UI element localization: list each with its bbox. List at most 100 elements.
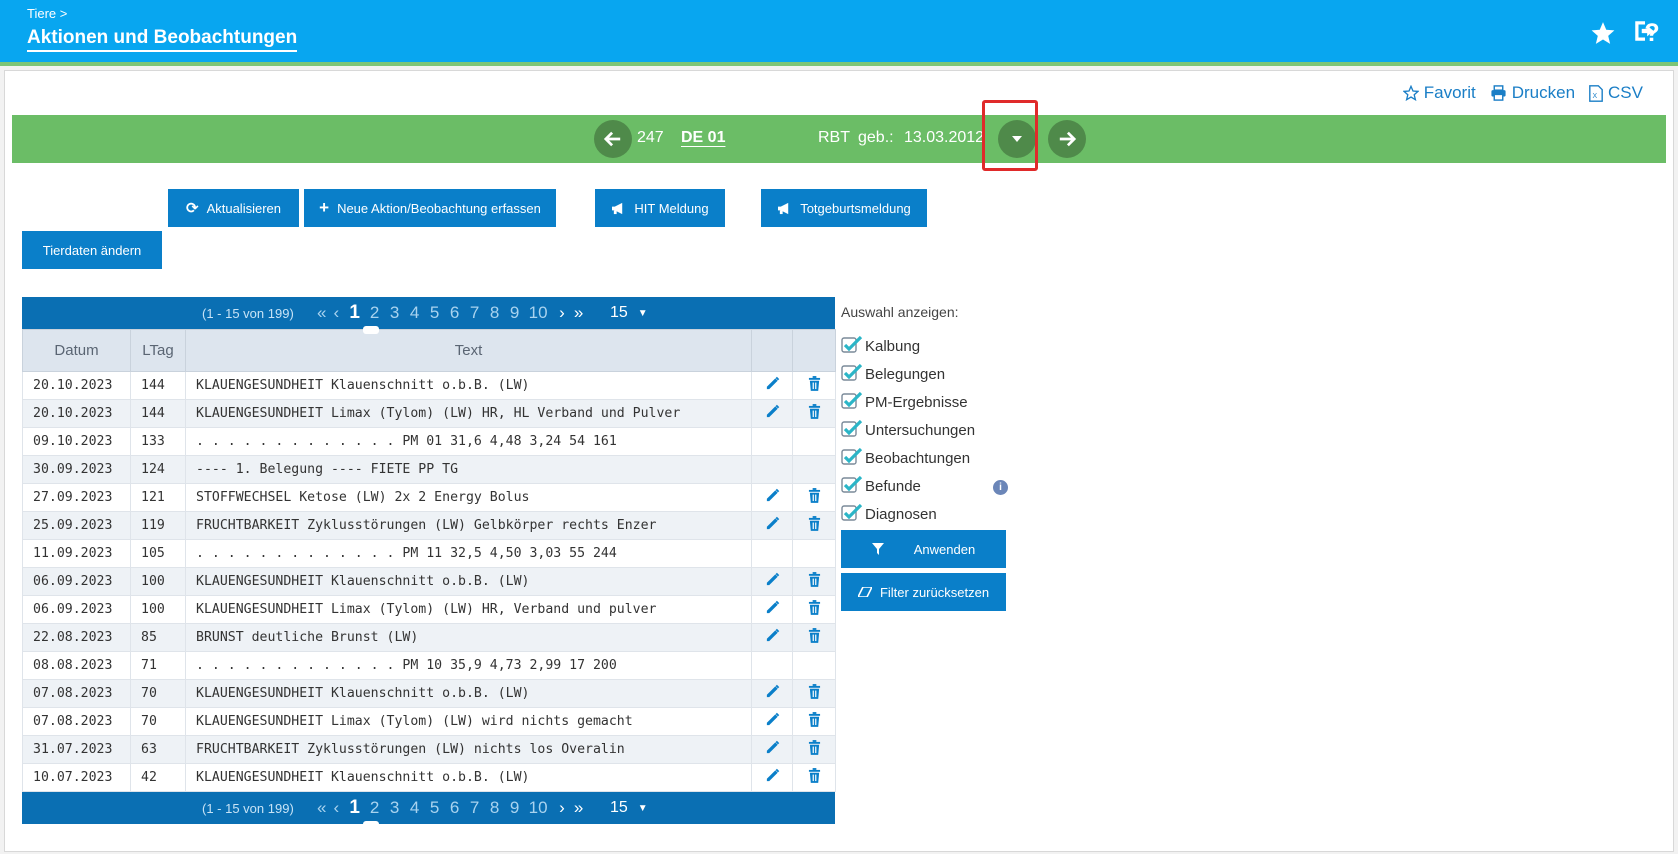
first-page-icon[interactable]: « — [317, 798, 326, 818]
edit-pencil-icon[interactable] — [765, 684, 780, 703]
table-row[interactable]: 06.09.2023 100 KLAUENGESUNDHEIT Klauenschn… — [22, 567, 836, 596]
col-header-date[interactable]: Datum — [22, 329, 131, 372]
table-row[interactable]: 10.07.2023 42 KLAUENGESUNDHEIT Klauenschni… — [22, 763, 836, 792]
csv-link[interactable]: X CSV — [1589, 83, 1643, 103]
edit-animal-button[interactable]: Tierdaten ändern — [22, 231, 162, 269]
page-3[interactable]: 3 — [386, 798, 403, 818]
apply-filter-button[interactable]: Anwenden — [841, 530, 1006, 568]
page-4[interactable]: 4 — [406, 798, 423, 818]
col-header-ltag[interactable]: LTag — [130, 329, 186, 372]
page-6[interactable]: 6 — [446, 798, 463, 818]
edit-pencil-icon[interactable] — [765, 572, 780, 591]
reset-filter-button[interactable]: Filter zurücksetzen — [841, 573, 1006, 611]
table-row[interactable]: 06.09.2023 100 KLAUENGESUNDHEIT Limax (Tyl… — [22, 595, 836, 624]
delete-trash-icon[interactable] — [808, 376, 821, 395]
page-7[interactable]: 7 — [466, 303, 483, 323]
delete-trash-icon[interactable] — [808, 628, 821, 647]
page-8[interactable]: 8 — [486, 303, 503, 323]
star-icon[interactable] — [1588, 18, 1618, 48]
page-2[interactable]: 2 — [366, 303, 383, 323]
page-4[interactable]: 4 — [406, 303, 423, 323]
prev-page-icon[interactable]: ‹ — [333, 303, 339, 323]
stillbirth-report-button[interactable]: Totgeburtsmeldung — [761, 189, 927, 227]
table-row[interactable]: 07.08.2023 70 KLAUENGESUNDHEIT Klauenschni… — [22, 679, 836, 708]
per-page-select[interactable]: 15 ▼ — [610, 304, 648, 322]
table-row[interactable]: 22.08.2023 85 BRUNST deutliche Brunst (LW) — [22, 623, 836, 652]
logout-icon[interactable] — [1630, 16, 1660, 46]
table-row[interactable]: 07.08.2023 70 KLAUENGESUNDHEIT Limax (Tylo… — [22, 707, 836, 736]
next-page-icon[interactable]: › — [559, 798, 565, 818]
new-action-button[interactable]: + Neue Aktion/Beobachtung erfassen — [304, 189, 556, 227]
page-5[interactable]: 5 — [426, 798, 443, 818]
hit-report-button[interactable]: HIT Meldung — [595, 189, 725, 227]
table-row[interactable]: 09.10.2023 133. . . . . . . . . . . . . P… — [22, 427, 836, 456]
prev-page-icon[interactable]: ‹ — [333, 798, 339, 818]
edit-pencil-icon[interactable] — [765, 488, 780, 507]
checkbox-checked-icon[interactable] — [841, 363, 863, 385]
checkbox-checked-icon[interactable] — [841, 335, 863, 357]
delete-trash-icon[interactable] — [808, 712, 821, 731]
favorit-link[interactable]: Favorit — [1402, 83, 1476, 103]
first-page-icon[interactable]: « — [317, 303, 326, 323]
animal-ear-tag[interactable]: DE 01 — [681, 129, 725, 147]
page-8[interactable]: 8 — [486, 798, 503, 818]
page-10[interactable]: 10 — [526, 303, 550, 323]
table-row[interactable]: 25.09.2023 119 FRUCHTBARKEIT Zyklusstörung… — [22, 511, 836, 540]
page-1[interactable]: 1 — [346, 302, 363, 324]
page-3[interactable]: 3 — [386, 303, 403, 323]
page-1[interactable]: 1 — [346, 797, 363, 819]
delete-trash-icon[interactable] — [808, 488, 821, 507]
edit-pencil-icon[interactable] — [765, 768, 780, 787]
checkbox-checked-icon[interactable] — [841, 503, 863, 525]
edit-pencil-icon[interactable] — [765, 712, 780, 731]
filter-checkbox[interactable]: PM-Ergebnisse — [841, 388, 1006, 416]
table-row[interactable]: 27.09.2023 121 STOFFWECHSEL Ketose (LW) 2x… — [22, 483, 836, 512]
table-row[interactable]: 30.09.2023 124 ---- 1. Belegung ---- FIETE… — [22, 455, 836, 484]
table-row[interactable]: 08.08.2023 71. . . . . . . . . . . . . PM… — [22, 651, 836, 680]
edit-pencil-icon[interactable] — [765, 376, 780, 395]
refresh-button[interactable]: ⟳ Aktualisieren — [168, 189, 299, 227]
table-row[interactable]: 11.09.2023 105. . . . . . . . . . . . . P… — [22, 539, 836, 568]
filter-checkbox[interactable]: Untersuchungen — [841, 416, 1006, 444]
last-page-icon[interactable]: » — [574, 303, 583, 323]
edit-pencil-icon[interactable] — [765, 404, 780, 423]
page-2[interactable]: 2 — [366, 798, 383, 818]
delete-trash-icon[interactable] — [808, 404, 821, 423]
edit-pencil-icon[interactable] — [765, 600, 780, 619]
page-10[interactable]: 10 — [526, 798, 550, 818]
checkbox-checked-icon[interactable] — [841, 447, 863, 469]
next-animal-button[interactable] — [1048, 120, 1086, 158]
edit-pencil-icon[interactable] — [765, 628, 780, 647]
checkbox-checked-icon[interactable] — [841, 475, 863, 497]
delete-trash-icon[interactable] — [808, 600, 821, 619]
checkbox-checked-icon[interactable] — [841, 419, 863, 441]
table-row[interactable]: 31.07.2023 63 FRUCHTBARKEIT Zyklusstörunge… — [22, 735, 836, 764]
checkbox-checked-icon[interactable] — [841, 391, 863, 413]
breadcrumb[interactable]: Tiere > — [27, 6, 67, 21]
page-9[interactable]: 9 — [506, 303, 523, 323]
edit-pencil-icon[interactable] — [765, 740, 780, 759]
filter-checkbox[interactable]: Befunde — [841, 472, 1006, 500]
filter-checkbox[interactable]: Diagnosen — [841, 500, 1006, 528]
info-icon[interactable]: i — [993, 480, 1008, 495]
col-header-text[interactable]: Text — [185, 329, 752, 372]
print-link[interactable]: Drucken — [1490, 83, 1575, 103]
delete-trash-icon[interactable] — [808, 740, 821, 759]
delete-trash-icon[interactable] — [808, 768, 821, 787]
page-6[interactable]: 6 — [446, 303, 463, 323]
page-9[interactable]: 9 — [506, 798, 523, 818]
delete-trash-icon[interactable] — [808, 684, 821, 703]
page-7[interactable]: 7 — [466, 798, 483, 818]
delete-trash-icon[interactable] — [808, 572, 821, 591]
delete-trash-icon[interactable] — [808, 516, 821, 535]
filter-checkbox[interactable]: Belegungen — [841, 360, 1006, 388]
page-5[interactable]: 5 — [426, 303, 443, 323]
next-page-icon[interactable]: › — [559, 303, 565, 323]
table-row[interactable]: 20.10.2023 144 KLAUENGESUNDHEIT Limax (Tyl… — [22, 399, 836, 428]
edit-pencil-icon[interactable] — [765, 516, 780, 535]
table-row[interactable]: 20.10.2023 144 KLAUENGESUNDHEIT Klauenschn… — [22, 371, 836, 400]
filter-checkbox[interactable]: Kalbung — [841, 332, 1006, 360]
last-page-icon[interactable]: » — [574, 798, 583, 818]
filter-checkbox[interactable]: Beobachtungen — [841, 444, 1006, 472]
prev-animal-button[interactable] — [594, 120, 632, 158]
